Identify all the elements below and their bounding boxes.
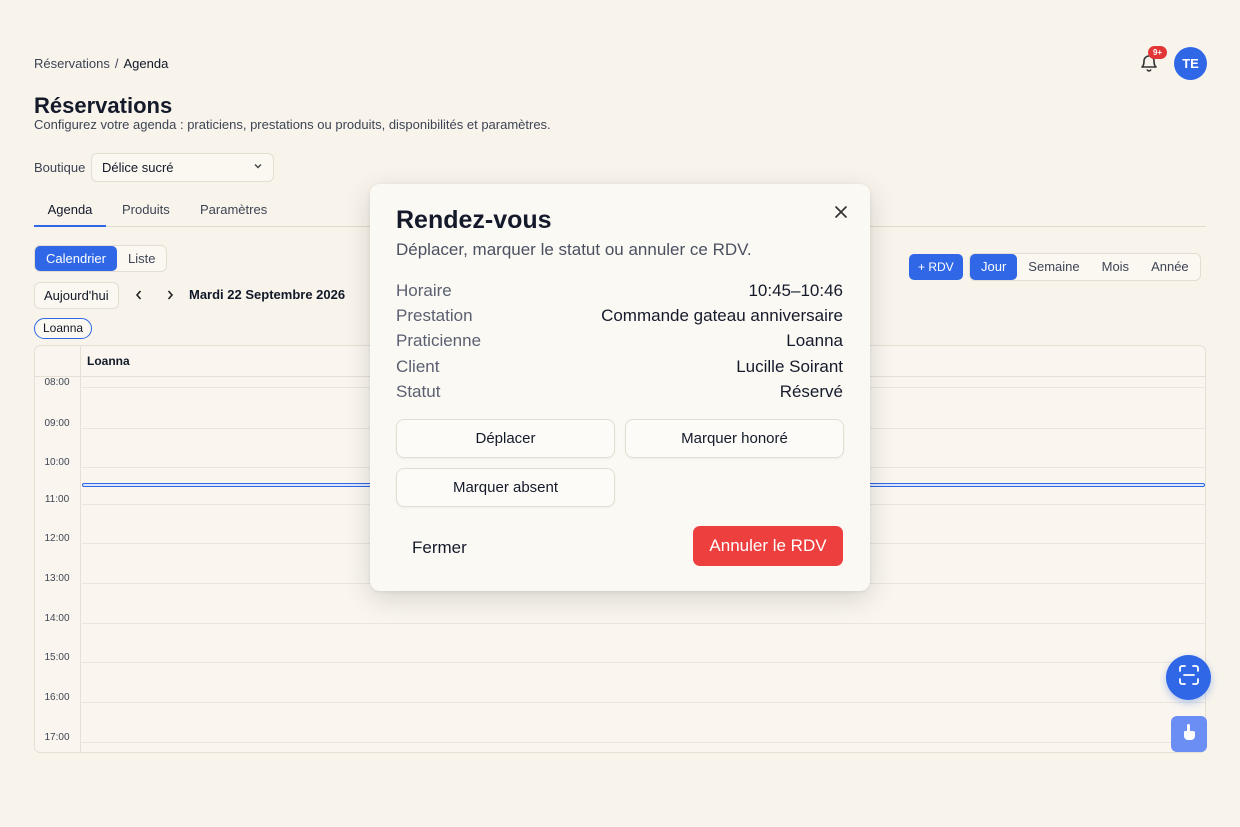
scan-button[interactable] xyxy=(1166,655,1211,700)
calendar-column-header: Loanna xyxy=(87,354,130,368)
detail-label-horaire: Horaire xyxy=(396,281,452,300)
hour-label: 14:00 xyxy=(44,613,70,624)
hour-row-line xyxy=(80,742,1205,743)
detail-value-client: Lucille Soirant xyxy=(736,357,843,376)
breadcrumb-separator: / xyxy=(114,56,119,71)
close-icon[interactable] xyxy=(833,204,849,220)
hour-label: 16:00 xyxy=(44,692,70,703)
hour-label: 12:00 xyxy=(44,533,70,544)
breadcrumb-parent[interactable]: Réservations xyxy=(34,56,110,71)
mark-absent-button[interactable]: Marquer absent xyxy=(396,468,615,507)
detail-value-horaire: 10:45–10:46 xyxy=(748,281,843,300)
hour-row-line xyxy=(80,702,1205,703)
breadcrumb-current: Agenda xyxy=(123,56,169,71)
chevron-left-icon[interactable] xyxy=(134,285,144,311)
add-rdv-button[interactable]: + RDV xyxy=(909,254,963,280)
current-date-title: Mardi 22 Septembre 2026 xyxy=(189,287,346,302)
shop-select[interactable]: Délice sucré xyxy=(91,153,274,182)
hour-label: 17:00 xyxy=(44,732,70,743)
shop-label: Boutique xyxy=(34,160,86,175)
shop-select-value: Délice sucré xyxy=(102,160,174,175)
hour-label: 15:00 xyxy=(44,652,70,663)
tab-produits[interactable]: Produits xyxy=(122,196,170,227)
tab-parametres[interactable]: Paramètres xyxy=(200,196,267,227)
today-button[interactable]: Aujourd'hui xyxy=(34,282,119,309)
scan-icon xyxy=(1178,664,1200,691)
period-switch: Jour Semaine Mois Année xyxy=(969,253,1201,281)
detail-label-praticienne: Praticienne xyxy=(396,331,482,350)
touch-mode-button[interactable] xyxy=(1171,716,1207,752)
hour-label: 11:00 xyxy=(44,494,70,505)
cancel-appointment-button[interactable]: Annuler le RDV xyxy=(693,526,843,566)
tab-agenda[interactable]: Agenda xyxy=(34,196,106,227)
modal-subtitle: Déplacer, marquer le statut ou annuler c… xyxy=(396,240,752,259)
mark-honored-button[interactable]: Marquer honoré xyxy=(625,419,844,458)
period-month-button[interactable]: Mois xyxy=(1091,254,1140,280)
hour-row-line xyxy=(80,662,1205,663)
detail-value-prestation: Commande gateau anniversaire xyxy=(601,306,843,325)
appointment-modal: Rendez-vous Déplacer, marquer le statut … xyxy=(370,184,870,591)
detail-value-praticienne: Loanna xyxy=(786,331,843,350)
period-day-button[interactable]: Jour xyxy=(970,254,1018,280)
detail-value-statut: Réservé xyxy=(779,382,843,401)
detail-label-prestation: Prestation xyxy=(396,306,473,325)
chevron-right-icon[interactable] xyxy=(165,285,175,311)
view-switch: Calendrier Liste xyxy=(34,245,168,272)
move-button[interactable]: Déplacer xyxy=(396,419,615,458)
user-avatar[interactable]: TE xyxy=(1174,47,1207,80)
detail-label-statut: Statut xyxy=(396,382,441,401)
notification-badge: 9+ xyxy=(1148,46,1167,59)
close-modal-button[interactable]: Fermer xyxy=(412,538,467,558)
period-year-button[interactable]: Année xyxy=(1140,254,1200,280)
hour-label: 08:00 xyxy=(44,377,70,388)
chevron-down-icon xyxy=(253,161,263,174)
hour-label: 10:00 xyxy=(44,457,70,468)
modal-title: Rendez-vous xyxy=(396,206,552,234)
period-week-button[interactable]: Semaine xyxy=(1017,254,1090,280)
page-title: Réservations xyxy=(34,93,173,118)
practitioner-filter-chip[interactable]: Loanna xyxy=(34,318,93,339)
hour-label: 09:00 xyxy=(44,418,70,429)
grid-time-gutter-divider xyxy=(80,346,81,752)
page-subtitle: Configurez votre agenda : praticiens, pr… xyxy=(34,117,551,132)
hand-pointer-icon xyxy=(1181,723,1197,746)
breadcrumb: Réservations / Agenda xyxy=(34,56,168,71)
view-calendar-button[interactable]: Calendrier xyxy=(35,246,117,271)
hour-row-line xyxy=(80,623,1205,624)
hour-label: 13:00 xyxy=(44,573,70,584)
view-list-button[interactable]: Liste xyxy=(117,246,166,271)
detail-label-client: Client xyxy=(396,357,440,376)
